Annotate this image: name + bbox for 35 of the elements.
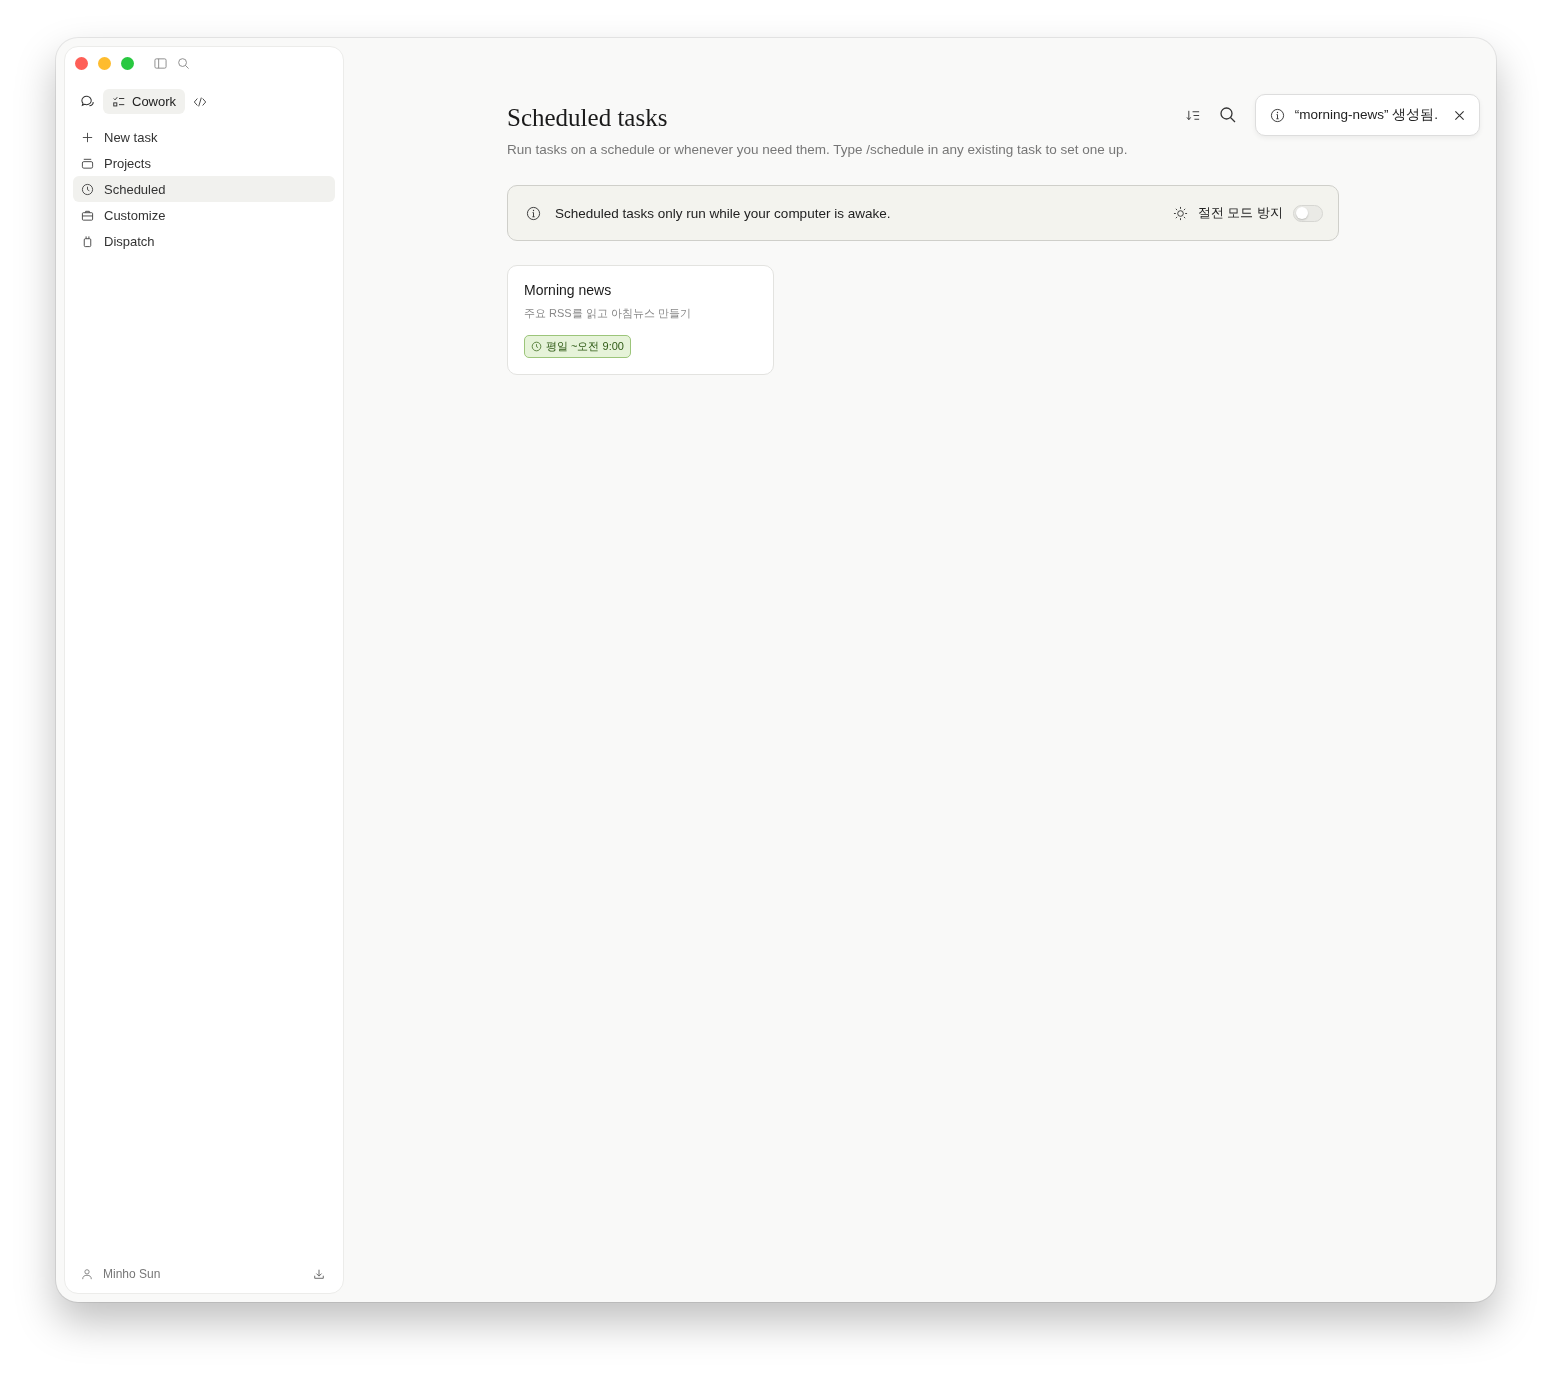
- clock-icon: [81, 182, 94, 196]
- sidebar-item[interactable]: Projects: [73, 150, 335, 176]
- sidebar-item[interactable]: Customize: [73, 202, 335, 228]
- sidebar-item[interactable]: Dispatch: [73, 228, 335, 254]
- toggle-switch[interactable]: [1293, 204, 1323, 222]
- toast-message: “morning-news” 생성됨.: [1294, 106, 1438, 124]
- sidebar-item[interactable]: New task: [73, 124, 335, 150]
- close-window-button[interactable]: [75, 56, 88, 70]
- page-subtitle: Run tasks on a schedule or whenever you need them. Type /schedule in any existing task to set one up.: [507, 142, 1129, 157]
- tray-icon: [81, 156, 94, 170]
- briefcase-icon: [81, 208, 94, 222]
- task-title: Morning news: [524, 282, 613, 298]
- toggle-label: 절전 모드 방지: [1197, 204, 1283, 222]
- chat-icon[interactable]: [80, 94, 95, 109]
- plus-icon: [81, 130, 94, 144]
- task-description: 주요 RSS를 읽고 아침뉴스 만들기: [524, 306, 692, 321]
- info-icon: [526, 205, 541, 221]
- cowork-tab[interactable]: Cowork: [103, 89, 186, 114]
- clock-icon: [531, 341, 542, 352]
- schedule-tag: 평일 ~오전 9:00: [524, 335, 631, 358]
- close-icon[interactable]: [1454, 109, 1465, 121]
- user-name[interactable]: Minho Sun: [103, 1267, 303, 1281]
- checklist-icon: [112, 94, 126, 109]
- sun-icon: [1172, 205, 1188, 221]
- sidebar-toggle-icon[interactable]: [154, 56, 167, 70]
- maximize-window-button[interactable]: [121, 56, 134, 70]
- search-icon[interactable]: [1218, 106, 1237, 124]
- device-icon: [81, 234, 94, 248]
- sidebar-item[interactable]: Scheduled: [73, 176, 335, 202]
- task-card[interactable]: Morning news 주요 RSS를 읽고 아침뉴스 만들기 평일 ~오전 9:00: [507, 265, 774, 375]
- banner-text: Scheduled tasks only run while your computer is awake.: [555, 205, 892, 221]
- info-icon: [1269, 107, 1285, 123]
- page-title: Scheduled tasks: [507, 104, 669, 132]
- user-icon: [81, 1268, 93, 1280]
- download-icon[interactable]: [313, 1268, 325, 1280]
